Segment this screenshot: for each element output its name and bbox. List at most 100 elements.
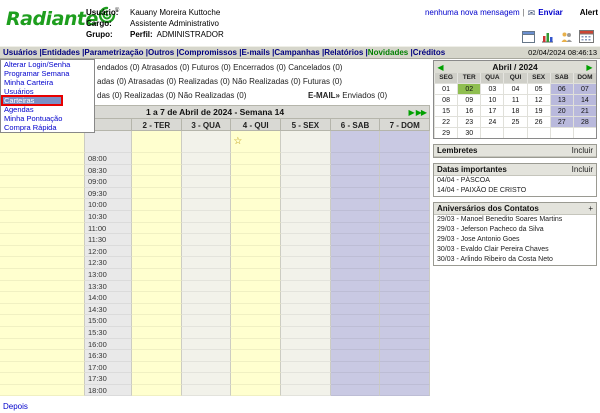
time-slot[interactable] [281,327,331,339]
time-slot[interactable] [231,188,281,200]
time-slot[interactable] [0,350,85,362]
time-slot[interactable] [331,211,381,223]
time-slot[interactable] [182,339,232,351]
fast-forward-icon[interactable]: ▶▶ [416,108,426,117]
time-slot[interactable] [132,269,182,281]
mini-day-02[interactable]: 02 [457,83,480,94]
time-slot[interactable] [331,234,381,246]
mini-day-27[interactable]: 27 [550,116,573,127]
time-slot[interactable] [182,188,232,200]
menu-outros[interactable]: Outros [148,48,174,57]
time-slot[interactable] [0,385,85,397]
time-slot[interactable] [331,153,381,165]
time-slot[interactable] [0,188,85,200]
day-column-3-qua-header[interactable]: 3 - QUA [182,118,232,131]
time-slot[interactable] [380,292,430,304]
menu-creditos[interactable]: Créditos [413,48,445,57]
time-slot[interactable] [281,281,331,293]
mini-day-04[interactable]: 04 [503,83,526,94]
time-slot[interactable] [132,304,182,316]
time-slot[interactable] [281,246,331,258]
time-slot[interactable] [380,350,430,362]
mini-day-05[interactable]: 05 [527,83,550,94]
time-slot[interactable] [281,257,331,269]
menu-option-carteiras[interactable]: Carteiras [1,96,94,105]
time-slot[interactable] [331,165,381,177]
mini-day-08[interactable]: 08 [434,94,457,105]
time-slot[interactable] [380,199,430,211]
time-slot[interactable] [281,350,331,362]
time-slot[interactable] [281,385,331,397]
time-slot[interactable] [281,362,331,374]
time-slot[interactable] [281,304,331,316]
time-slot[interactable] [132,350,182,362]
menu-option-programar-semana[interactable]: Programar Semana [1,69,94,78]
menu-usuarios[interactable]: Usuários [3,48,37,57]
time-slot[interactable] [331,304,381,316]
time-slot[interactable] [380,211,430,223]
time-slot[interactable] [182,373,232,385]
time-slot[interactable] [281,153,331,165]
important-date-item[interactable]: 14/04 - PAIXÃO DE CRISTO [434,186,596,196]
time-slot[interactable] [231,234,281,246]
time-slot[interactable] [281,223,331,235]
time-slot[interactable] [132,292,182,304]
mini-day-25[interactable]: 25 [503,116,526,127]
birthdays-add-link[interactable]: + [588,204,593,213]
time-slot[interactable] [132,223,182,235]
mini-day-16[interactable]: 16 [457,105,480,116]
time-slot[interactable] [331,350,381,362]
time-slot[interactable] [281,188,331,200]
time-slot[interactable] [182,350,232,362]
mini-day-20[interactable]: 20 [550,105,573,116]
menu-relatorios[interactable]: Relatórios [324,48,363,57]
allday-cell[interactable] [132,131,182,153]
mini-day-19[interactable]: 19 [527,105,550,116]
time-slot[interactable] [182,292,232,304]
important-date-item[interactable]: 04/04 - PÁSCOA [434,176,596,186]
allday-cell[interactable] [331,131,381,153]
mini-day-21[interactable]: 21 [573,105,596,116]
time-slot[interactable] [182,199,232,211]
mini-day-28[interactable]: 28 [573,116,596,127]
time-slot[interactable] [231,362,281,374]
time-slot[interactable] [0,257,85,269]
time-slot[interactable] [132,257,182,269]
time-slot[interactable] [132,373,182,385]
day-column-4-qui-header[interactable]: 4 - QUI [231,118,281,131]
time-slot[interactable] [281,339,331,351]
time-slot[interactable] [281,373,331,385]
time-slot[interactable] [331,199,381,211]
time-slot[interactable] [182,257,232,269]
menu-campanhas[interactable]: Campanhas [274,48,319,57]
time-slot[interactable] [0,269,85,281]
time-slot[interactable] [132,153,182,165]
time-slot[interactable] [380,188,430,200]
birthday-item[interactable]: 30/03 - Arlindo Ribeiro da Costa Neto [434,255,596,265]
mini-day-23[interactable]: 23 [457,116,480,127]
time-slot[interactable] [380,269,430,281]
mini-day-12[interactable]: 12 [527,94,550,105]
time-slot[interactable] [0,211,85,223]
time-slot[interactable] [380,362,430,374]
calendar-icon[interactable] [579,29,594,43]
time-slot[interactable] [182,327,232,339]
time-slot[interactable] [132,188,182,200]
time-slot[interactable] [231,315,281,327]
time-slot[interactable] [331,327,381,339]
time-slot[interactable] [0,327,85,339]
messages-link[interactable]: nenhuma nova mensagem [425,8,520,17]
birthday-item[interactable]: 29/03 - Manoel Benedito Soares Martins [434,215,596,225]
time-slot[interactable] [182,269,232,281]
time-slot[interactable] [380,281,430,293]
time-slot[interactable] [182,315,232,327]
mini-day-01[interactable]: 01 [434,83,457,94]
menu-compromissos[interactable]: Compromissos [179,48,237,57]
time-slot[interactable] [380,176,430,188]
mini-day-07[interactable]: 07 [573,83,596,94]
time-slot[interactable] [182,362,232,374]
time-slot[interactable] [231,327,281,339]
allday-cell[interactable] [380,131,430,153]
time-slot[interactable] [0,292,85,304]
time-slot[interactable] [331,315,381,327]
